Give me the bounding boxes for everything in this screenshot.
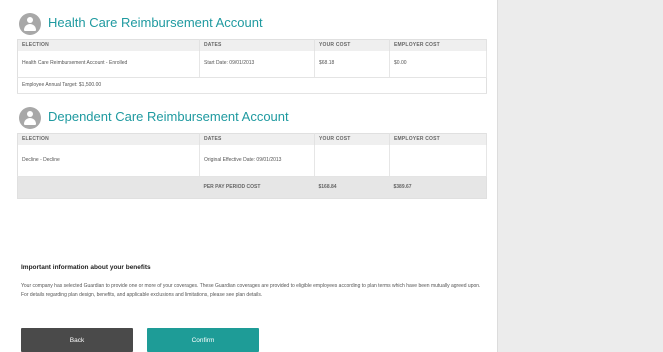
column-header-employer-cost: EMPLOYER COST xyxy=(389,133,487,145)
table-row: Health Care Reimbursement Account - Enro… xyxy=(17,50,487,78)
side-panel xyxy=(497,0,663,352)
health-care-header: Health Care Reimbursement Account xyxy=(17,11,486,39)
your-cost-cell: $68.18 xyxy=(314,50,390,78)
confirm-button[interactable]: Confirm xyxy=(147,328,259,352)
section-title: Health Care Reimbursement Account xyxy=(48,15,263,30)
total-your-cost: $168.84 xyxy=(314,176,390,199)
dependent-care-table: ELECTION DATES YOUR COST EMPLOYER COST D… xyxy=(17,133,487,199)
annual-target-row: Employee Annual Target: $1,500.00 xyxy=(17,77,487,94)
dependent-care-section: Dependent Care Reimbursement Account ELE… xyxy=(17,105,487,199)
user-icon xyxy=(19,107,41,129)
important-info-heading: Important information about your benefit… xyxy=(21,264,151,271)
employer-cost-cell: $0.00 xyxy=(389,50,487,78)
section-title: Dependent Care Reimbursement Account xyxy=(48,109,289,124)
election-cell: Decline - Decline xyxy=(17,144,200,177)
column-header-election: ELECTION xyxy=(17,133,200,145)
employer-cost-cell xyxy=(389,144,487,177)
column-header-your-cost: YOUR COST xyxy=(314,133,390,145)
health-care-section: Health Care Reimbursement Account ELECTI… xyxy=(17,11,487,94)
back-button[interactable]: Back xyxy=(21,328,133,352)
health-care-table: ELECTION DATES YOUR COST EMPLOYER COST H… xyxy=(17,39,487,94)
column-header-dates: DATES xyxy=(199,133,315,145)
dates-cell: Original Effective Date: 09/01/2013 xyxy=(199,144,315,177)
your-cost-cell xyxy=(314,144,390,177)
important-info-text: Your company has selected Guardian to pr… xyxy=(21,283,481,298)
annual-target-text: Employee Annual Target: $1,500.00 xyxy=(17,77,487,94)
dependent-care-header: Dependent Care Reimbursement Account xyxy=(17,105,486,133)
per-pay-period-total-row: PER PAY PERIOD COST $168.84 $389.67 xyxy=(17,176,487,199)
total-label: PER PAY PERIOD COST xyxy=(199,176,315,199)
election-cell: Health Care Reimbursement Account - Enro… xyxy=(17,50,200,78)
total-employer-cost: $389.67 xyxy=(389,176,487,199)
column-header-employer-cost: EMPLOYER COST xyxy=(389,39,487,51)
column-header-dates: DATES xyxy=(199,39,315,51)
table-row: Decline - Decline Original Effective Dat… xyxy=(17,144,487,177)
benefits-summary-panel: Health Care Reimbursement Account ELECTI… xyxy=(0,0,497,352)
column-header-your-cost: YOUR COST xyxy=(314,39,390,51)
column-header-election: ELECTION xyxy=(17,39,200,51)
user-icon xyxy=(19,13,41,35)
dates-cell: Start Date: 09/01/2013 xyxy=(199,50,315,78)
